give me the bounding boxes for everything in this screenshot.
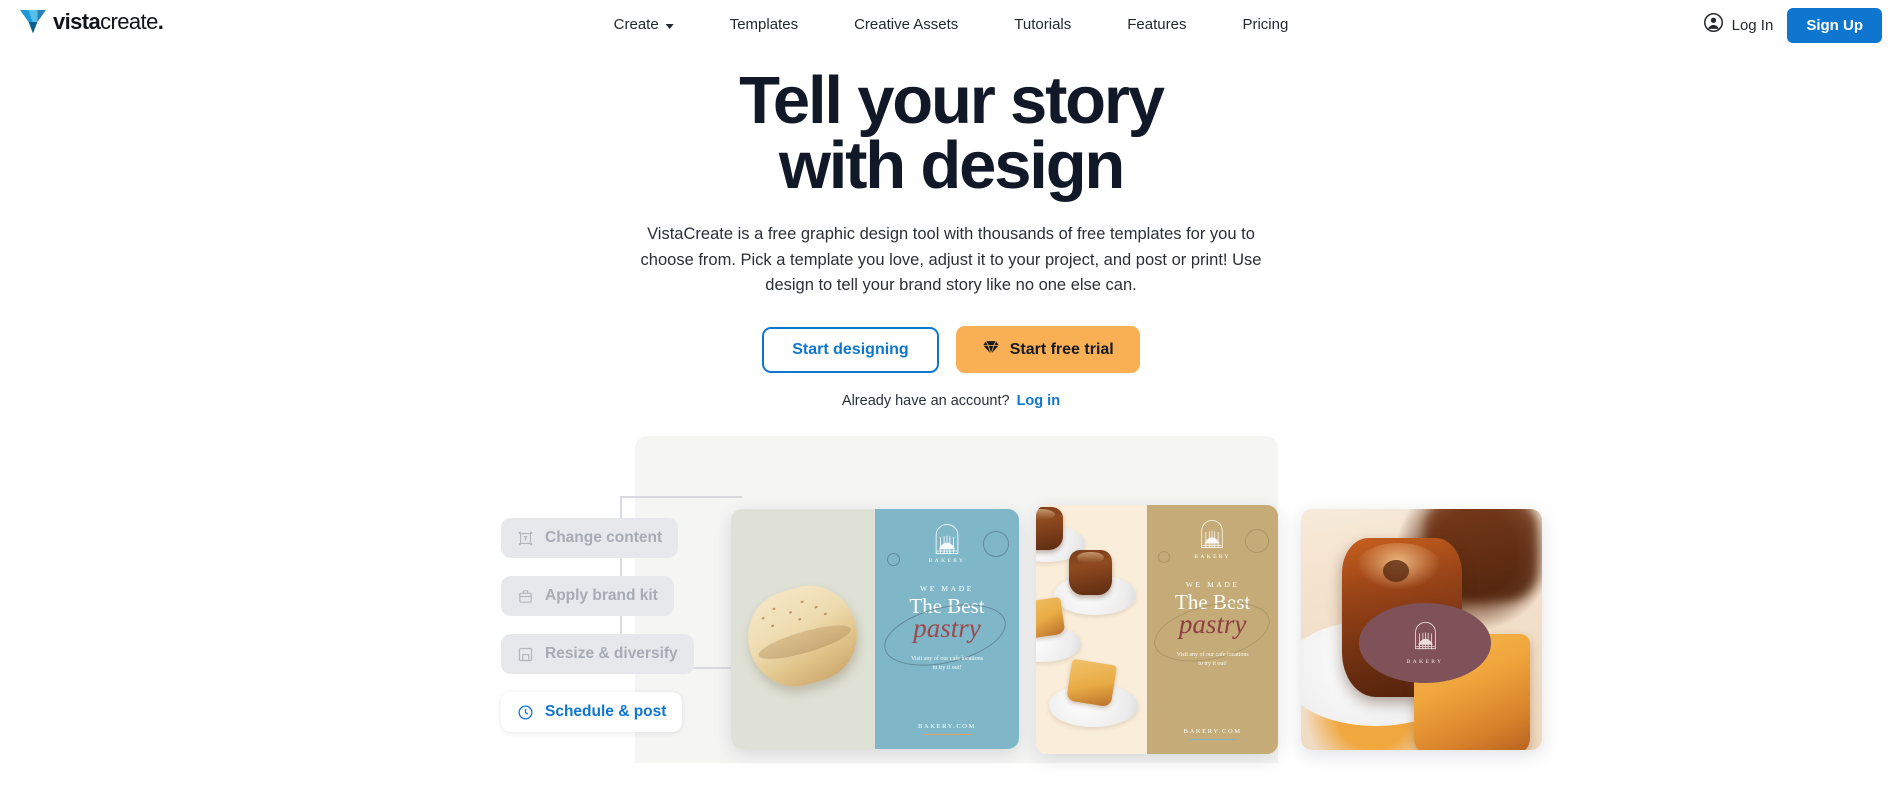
decor-ring-small: [1158, 551, 1171, 563]
nav-item-templates[interactable]: Templates: [702, 0, 826, 50]
page-title: Tell your story with design: [601, 67, 1301, 199]
hero-section: Tell your story with design VistaCreate …: [0, 50, 1902, 409]
card-2-logo: BAKERY: [1194, 519, 1231, 560]
decor-ring-small: [887, 553, 900, 566]
nav-label: Tutorials: [1014, 16, 1072, 33]
card-1-logo-word: BAKERY: [928, 558, 966, 564]
login-button[interactable]: Log In: [1703, 12, 1774, 38]
main-navigation: Create Templates Creative Assets Tutoria…: [586, 0, 1317, 50]
text-box-icon: [517, 530, 534, 547]
card-3-logo-badge: BAKERY: [1358, 602, 1492, 683]
template-card-2[interactable]: BAKERY WE MADE The Best pastry Visit any…: [1036, 505, 1278, 754]
nav-item-pricing[interactable]: Pricing: [1214, 0, 1316, 50]
step-label: Resize & diversify: [545, 645, 678, 662]
nav-item-creative-assets[interactable]: Creative Assets: [826, 0, 986, 50]
template-card-1[interactable]: BAKERY WE MADE The Best pastry Visit any…: [731, 509, 1019, 749]
login-link[interactable]: Log in: [1017, 393, 1061, 409]
nav-label: Creative Assets: [854, 16, 959, 33]
step-change-content[interactable]: Change content: [501, 518, 679, 558]
tagline-line-2: to try it out!: [1198, 661, 1228, 668]
chevron-down-icon: [665, 23, 674, 29]
cannele-2: [1069, 549, 1112, 595]
decor-ring-large: [1244, 529, 1269, 553]
bakery-arch-icon: [1412, 621, 1439, 655]
card-2-rule: [1188, 738, 1237, 740]
start-free-trial-label: Start free trial: [1009, 340, 1114, 358]
card-1-tagline: Visit any of our cafe locations to try i…: [911, 655, 983, 674]
step-label: Change content: [545, 529, 663, 546]
card-1-url: BAKERY.COM: [918, 722, 976, 730]
cannele-1: [1036, 507, 1063, 550]
user-circle-icon: [1703, 12, 1724, 38]
nav-item-tutorials[interactable]: Tutorials: [986, 0, 1099, 50]
eclair-pastry-image: [737, 574, 869, 698]
title-line-2: with design: [778, 127, 1126, 203]
title-line-1: Tell your story: [739, 63, 1165, 138]
template-card-3[interactable]: BAKERY: [1301, 509, 1542, 750]
card-2-photo: [1036, 505, 1148, 754]
step-label: Apply brand kit: [545, 587, 658, 604]
card-2-footer: BAKERY.COM: [1147, 727, 1278, 740]
signup-button[interactable]: Sign Up: [1787, 7, 1882, 43]
nav-label: Create: [613, 16, 659, 33]
login-label: Log In: [1731, 16, 1774, 34]
header-actions: Log In Sign Up: [1703, 0, 1882, 50]
vista-v-logo-icon: [20, 10, 46, 34]
clock-icon: [517, 704, 534, 721]
hero-description: VistaCreate is a free graphic design too…: [640, 224, 1262, 295]
start-designing-button[interactable]: Start designing: [762, 326, 939, 373]
decor-ring-large: [983, 531, 1009, 557]
tagline-line-2: to try it out!: [932, 665, 962, 672]
card-2-url: BAKERY.COM: [1183, 727, 1242, 735]
resize-icon: [517, 646, 534, 663]
card-3-logo-word: BAKERY: [1406, 658, 1444, 665]
logo-wordmark: vistacreate.: [53, 9, 164, 34]
start-free-trial-button[interactable]: Start free trial: [955, 326, 1140, 374]
card-2-logo-word: BAKERY: [1194, 554, 1231, 560]
connector-top: [620, 496, 742, 498]
card-1-rule: [923, 733, 971, 735]
card-2-tagline: Visit any of our cafe locations to try i…: [1177, 651, 1249, 670]
vistacreate-logo[interactable]: vistacreate.: [20, 9, 164, 34]
step-label: Schedule & post: [545, 703, 667, 720]
tagline-line-1: Visit any of our cafe locations: [1176, 651, 1249, 658]
card-1-logo: BAKERY: [929, 523, 966, 564]
card-1-footer: BAKERY.COM: [875, 722, 1019, 735]
nav-label: Features: [1127, 16, 1187, 33]
card-2-panel: BAKERY WE MADE The Best pastry Visit any…: [1147, 505, 1278, 754]
nav-item-create[interactable]: Create: [586, 0, 702, 50]
card-1-photo: [731, 509, 875, 749]
bakery-arch-icon: [932, 523, 962, 555]
step-apply-brand-kit[interactable]: Apply brand kit: [501, 576, 674, 616]
site-header: vistacreate. Create Templates Creative A…: [0, 0, 1902, 50]
card-2-eyebrow: WE MADE: [1185, 580, 1240, 589]
cta-row: Start designing Start free trial: [0, 326, 1902, 374]
briefcase-icon: [517, 588, 534, 605]
slice-2: [1066, 658, 1117, 708]
nav-item-features[interactable]: Features: [1099, 0, 1214, 50]
step-resize-diversify[interactable]: Resize & diversify: [501, 634, 694, 674]
nav-label: Pricing: [1242, 16, 1289, 33]
card-1-panel: BAKERY WE MADE The Best pastry Visit any…: [875, 509, 1019, 749]
bakery-arch-icon: [1198, 519, 1228, 551]
tagline-line-1: Visit any of our cafe locations: [910, 655, 984, 662]
account-prompt-row: Already have an account? Log in: [0, 393, 1902, 409]
card-1-eyebrow: WE MADE: [920, 584, 974, 593]
account-prompt-text: Already have an account?: [841, 393, 1010, 410]
nav-label: Templates: [729, 16, 799, 33]
step-schedule-post[interactable]: Schedule & post: [501, 692, 683, 732]
diamond-icon: [982, 339, 1000, 360]
